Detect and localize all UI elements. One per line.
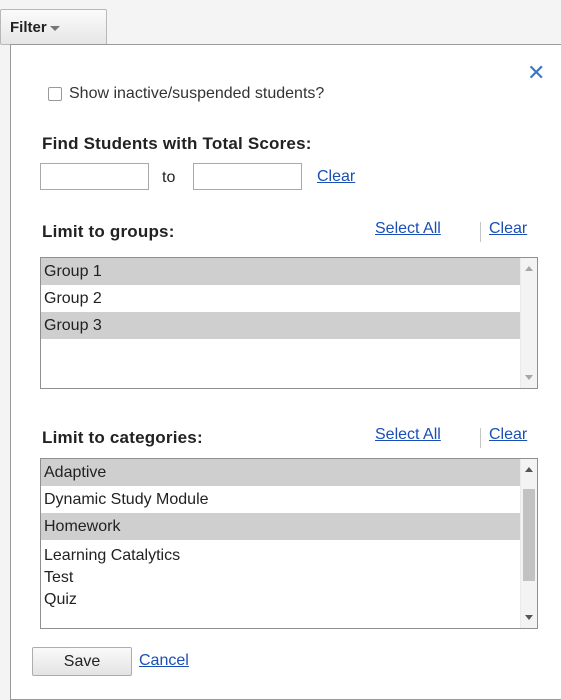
filter-button-label: Filter	[10, 18, 47, 36]
groups-listbox[interactable]: Group 1 Group 2 Group 3	[40, 257, 538, 389]
caret-down-icon	[49, 25, 60, 31]
show-inactive-label: Show inactive/suspended students?	[69, 85, 325, 102]
category-item-learning-catalytics[interactable]: Learning Catalytics	[41, 540, 520, 564]
category-item-homework[interactable]: Homework	[41, 513, 520, 540]
close-icon[interactable]: ✕	[527, 62, 545, 84]
category-item-adaptive[interactable]: Adaptive	[41, 459, 520, 486]
scroll-up-arrow-icon[interactable]	[525, 266, 533, 271]
save-button[interactable]: Save	[32, 647, 132, 676]
categories-clear-link[interactable]: Clear	[489, 426, 527, 444]
scrollbar-thumb[interactable]	[523, 489, 535, 581]
score-from-input[interactable]	[40, 163, 149, 190]
group-item-2[interactable]: Group 2	[41, 285, 520, 312]
group-item-1[interactable]: Group 1	[41, 258, 520, 285]
score-to-input[interactable]	[193, 163, 302, 190]
scores-clear-link[interactable]: Clear	[317, 168, 355, 186]
scroll-up-arrow-icon[interactable]	[525, 467, 533, 472]
categories-link-separator	[480, 428, 481, 448]
categories-select-all-link[interactable]: Select All	[375, 426, 441, 444]
groups-scrollbar[interactable]	[520, 258, 537, 388]
category-item-dynamic-study-module[interactable]: Dynamic Study Module	[41, 486, 520, 513]
groups-select-all-link[interactable]: Select All	[375, 220, 441, 238]
group-item-3[interactable]: Group 3	[41, 312, 520, 339]
scroll-down-arrow-icon[interactable]	[525, 615, 533, 620]
filter-button[interactable]: Filter	[0, 9, 107, 45]
categories-scrollbar[interactable]	[520, 459, 537, 628]
category-item-test[interactable]: Test	[41, 564, 520, 588]
score-to-label: to	[162, 169, 176, 186]
scroll-down-arrow-icon[interactable]	[525, 375, 533, 380]
category-item-quiz[interactable]: Quiz	[41, 588, 520, 612]
cancel-link[interactable]: Cancel	[139, 652, 189, 670]
scores-heading: Find Students with Total Scores:	[42, 134, 312, 153]
categories-listbox[interactable]: Adaptive Dynamic Study Module Homework L…	[40, 458, 538, 629]
categories-heading: Limit to categories:	[42, 428, 203, 447]
groups-link-separator	[480, 222, 481, 242]
groups-clear-link[interactable]: Clear	[489, 220, 527, 238]
show-inactive-row[interactable]: Show inactive/suspended students?	[48, 85, 324, 103]
groups-heading: Limit to groups:	[42, 222, 175, 241]
show-inactive-checkbox[interactable]	[48, 87, 62, 101]
